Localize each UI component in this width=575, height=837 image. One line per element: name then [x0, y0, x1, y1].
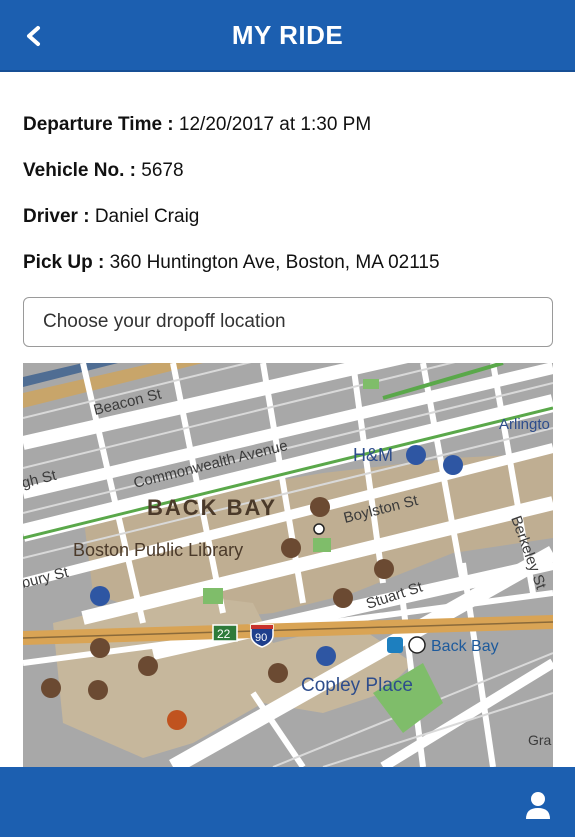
route-22-shield: 22: [212, 624, 238, 642]
driver-row: Driver : Daniel Craig: [23, 205, 553, 228]
hotel-icon[interactable]: [374, 559, 394, 579]
departure-value: 12/20/2017 at 1:30 PM: [178, 114, 372, 135]
dropoff-location-input[interactable]: [23, 297, 553, 347]
restaurant-icon[interactable]: [310, 497, 330, 517]
restaurant-icon[interactable]: [167, 710, 187, 730]
mbta-t-icon: [408, 636, 426, 654]
ride-details: Departure Time : 12/20/2017 at 1:30 PM V…: [23, 113, 553, 297]
map-label-copley: Copley Place: [301, 675, 413, 696]
map-label-hm: H&M: [353, 445, 393, 465]
profile-button[interactable]: [525, 791, 551, 821]
shopping-bag-icon[interactable]: [406, 445, 426, 465]
map-label-arlington: Arlingto: [499, 416, 550, 433]
pickup-row: Pick Up : 360 Huntington Ave, Boston, MA…: [23, 251, 553, 274]
app-header: MY RIDE: [0, 0, 575, 72]
vehicle-row: Vehicle No. : 5678: [23, 159, 553, 182]
hotel-icon[interactable]: [268, 663, 288, 683]
shopping-cart-icon[interactable]: [90, 586, 110, 606]
map-view[interactable]: Beacon St Commonwealth Avenue gh St H&M …: [23, 363, 553, 767]
user-icon: [526, 792, 550, 819]
departure-row: Departure Time : 12/20/2017 at 1:30 PM: [23, 113, 553, 136]
hotel-icon[interactable]: [88, 680, 108, 700]
chevron-left-icon: [27, 26, 40, 46]
landmark-icon[interactable]: [90, 638, 110, 658]
hotel-icon[interactable]: [41, 678, 61, 698]
route-90-label: 90: [255, 632, 267, 644]
shopping-bag-icon[interactable]: [443, 455, 463, 475]
pickup-value: 360 Huntington Ave, Boston, MA 02115: [109, 252, 440, 273]
shopping-bag-icon[interactable]: [316, 646, 336, 666]
vehicle-label: Vehicle No. :: [23, 160, 136, 181]
route-22-label: 22: [217, 627, 231, 641]
map-label-library: Boston Public Library: [73, 540, 243, 560]
vehicle-value: 5678: [141, 160, 184, 181]
museum-icon[interactable]: [138, 656, 158, 676]
subway-icon: [313, 523, 325, 535]
driver-label: Driver :: [23, 206, 90, 227]
hotel-icon[interactable]: [333, 588, 353, 608]
page-title: MY RIDE: [231, 19, 344, 50]
driver-value: Daniel Craig: [94, 206, 200, 227]
pickup-label: Pick Up :: [23, 252, 105, 273]
map-label-gra: Gra: [528, 732, 552, 748]
back-button[interactable]: [18, 20, 50, 52]
app-footer: [0, 767, 575, 837]
map-label-back-bay-station: Back Bay: [431, 638, 499, 655]
departure-label: Departure Time :: [23, 114, 174, 135]
library-icon[interactable]: [281, 538, 301, 558]
map-label-back-bay-area: BACK BAY: [147, 495, 277, 520]
